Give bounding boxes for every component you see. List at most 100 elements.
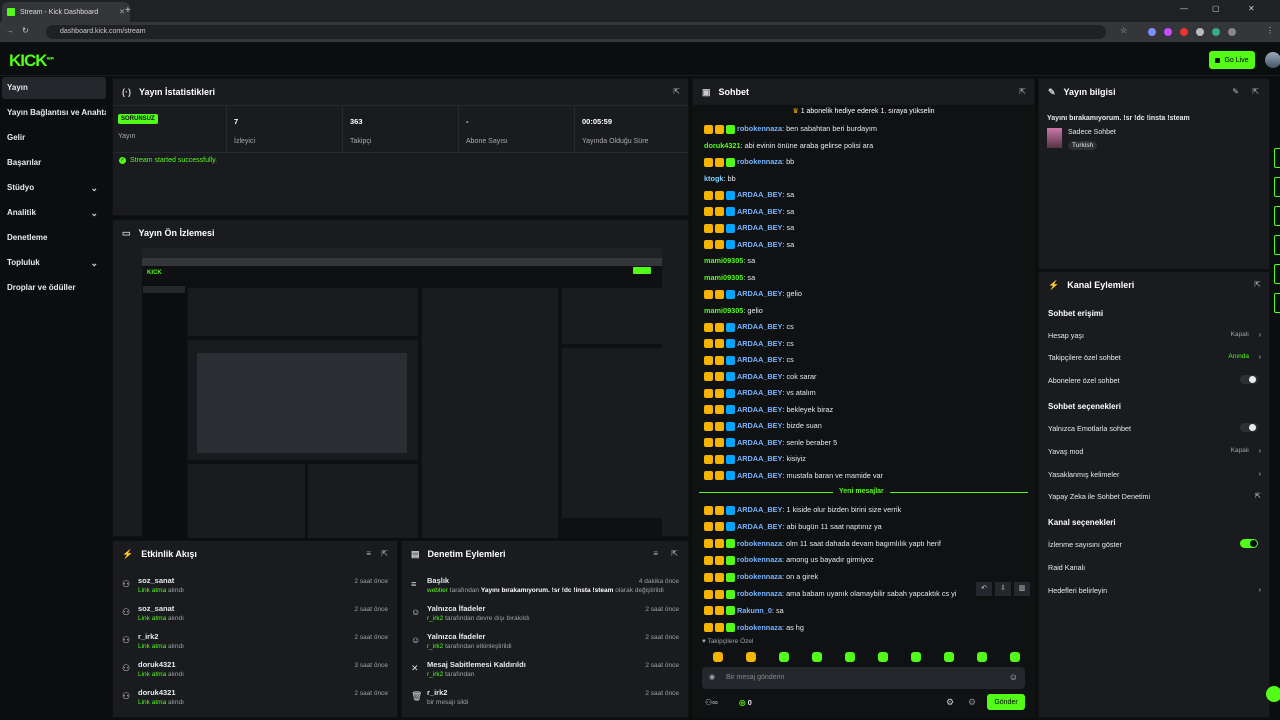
- emote-icon[interactable]: [812, 652, 822, 662]
- chat-message[interactable]: ARDAA_BEY: sa: [704, 207, 794, 217]
- sidebar-item-basarilar[interactable]: Başarılar: [2, 152, 106, 174]
- chat-message[interactable]: robokennaza: as hg: [704, 623, 804, 633]
- points-icon[interactable]: ⚇∞: [705, 698, 718, 707]
- stream-category[interactable]: Sadece Sohbet: [1068, 129, 1116, 136]
- preview-video[interactable]: KICK: [142, 248, 662, 538]
- chat-username[interactable]: ARDAA_BEY: [737, 355, 782, 364]
- chat-username[interactable]: mami09305: [704, 273, 743, 282]
- setting-ai-moderation[interactable]: Yapay Zeka ile Sohbet Denetimi ⇱: [1048, 491, 1261, 501]
- edit-icon[interactable]: ✎: [1232, 87, 1239, 96]
- chat-username[interactable]: robokennaza: [737, 572, 782, 581]
- bookmark-star-icon[interactable]: ☆: [1120, 26, 1127, 35]
- chat-username[interactable]: mami09305: [704, 256, 743, 265]
- chat-username[interactable]: ktogk: [704, 174, 723, 183]
- subscribers-only-toggle[interactable]: [1240, 375, 1258, 384]
- activity-user[interactable]: soz_sanat: [138, 576, 174, 585]
- chat-username[interactable]: Rakunn_0: [737, 606, 772, 615]
- chat-username[interactable]: ARDAA_BEY: [737, 471, 782, 480]
- emote-icon[interactable]: [746, 652, 756, 662]
- setting-followers-only[interactable]: Takipçilere özel sohbet Anında ›: [1048, 352, 1261, 362]
- chat-username[interactable]: robokennaza: [737, 157, 782, 166]
- popout-icon[interactable]: ⇱: [671, 549, 678, 558]
- chat-message[interactable]: ARDAA_BEY: bekleyek biraz: [704, 405, 833, 415]
- setting-banned-words[interactable]: Yasaklanmış kelimeler ›: [1048, 469, 1261, 479]
- chat-username[interactable]: ARDAA_BEY: [737, 438, 782, 447]
- chat-username[interactable]: doruk4321: [704, 141, 741, 150]
- modlog-user[interactable]: webtier: [427, 587, 448, 594]
- chat-message[interactable]: Rakunn_0: sa: [704, 606, 784, 616]
- emote-icon[interactable]: [713, 652, 723, 662]
- chat-username[interactable]: robokennaza: [737, 623, 782, 632]
- emote-icon[interactable]: [911, 652, 921, 662]
- modlog-user[interactable]: r_irk2: [427, 615, 443, 622]
- filter-icon[interactable]: ≡: [653, 549, 658, 558]
- help-chat-icon[interactable]: [1266, 686, 1280, 702]
- popout-icon[interactable]: ⇱: [1254, 280, 1261, 289]
- go-live-button[interactable]: Go Live: [1209, 51, 1255, 69]
- chat-username[interactable]: ARDAA_BEY: [737, 190, 782, 199]
- filter-icon[interactable]: ≡: [366, 549, 371, 558]
- delete-icon[interactable]: ▥: [1014, 582, 1030, 596]
- stream-tag[interactable]: Turkish: [1068, 141, 1098, 150]
- chat-username[interactable]: ARDAA_BEY: [737, 322, 782, 331]
- chat-message[interactable]: ARDAA_BEY: cs: [704, 355, 794, 365]
- quick-action-button[interactable]: [1274, 264, 1280, 284]
- chat-username[interactable]: ARDAA_BEY: [737, 388, 782, 397]
- emote-icon[interactable]: [845, 652, 855, 662]
- sidebar-item-studyo[interactable]: Stüdyo ⌄: [2, 177, 106, 199]
- url-bar[interactable]: dashboard.kick.com/stream: [46, 25, 1106, 39]
- popout-icon[interactable]: ⇱: [1252, 87, 1259, 96]
- quick-action-button[interactable]: [1274, 148, 1280, 168]
- quick-action-button[interactable]: [1274, 293, 1280, 313]
- activity-user[interactable]: doruk4321: [138, 688, 176, 697]
- chat-username[interactable]: mami09305: [704, 306, 743, 315]
- chat-username[interactable]: ARDAA_BEY: [737, 372, 782, 381]
- chat-username[interactable]: robokennaza: [737, 124, 782, 133]
- chat-message[interactable]: mami09305: gelio: [704, 306, 763, 315]
- browser-tab[interactable]: Stream - Kick Dashboard ✕: [2, 2, 130, 22]
- chat-username[interactable]: robokennaza: [737, 589, 782, 598]
- send-button[interactable]: Gönder: [987, 694, 1025, 710]
- modlog-action[interactable]: r_irk2: [427, 688, 447, 697]
- sidebar-item-droplar[interactable]: Droplar ve ödüller: [2, 277, 106, 299]
- popout-icon[interactable]: ⇱: [381, 549, 388, 558]
- setting-raid[interactable]: Raid Kanalı: [1048, 563, 1249, 572]
- sidebar-item-analitik[interactable]: Analitik ⌄: [2, 202, 106, 224]
- popout-icon[interactable]: ⇱: [673, 87, 680, 96]
- quick-action-button[interactable]: [1274, 206, 1280, 226]
- viewcount-toggle[interactable]: [1240, 539, 1258, 548]
- mod-tools-icon[interactable]: ⚙: [968, 697, 976, 708]
- chat-message[interactable]: ARDAA_BEY: cok sarar: [704, 372, 817, 382]
- chat-username[interactable]: ARDAA_BEY: [737, 207, 782, 216]
- chat-username[interactable]: ARDAA_BEY: [737, 240, 782, 249]
- chat-message[interactable]: ARDAA_BEY: mustafa baran ve mamide var: [704, 471, 883, 481]
- kick-logo[interactable]: KICKBETA: [9, 51, 54, 71]
- emote-only-toggle[interactable]: [1240, 423, 1258, 432]
- chat-username[interactable]: ARDAA_BEY: [737, 454, 782, 463]
- new-tab-icon[interactable]: +: [125, 5, 131, 16]
- pin-icon[interactable]: ⇩: [995, 582, 1011, 596]
- maximize-icon[interactable]: ▢: [1212, 4, 1220, 13]
- chat-username[interactable]: ARDAA_BEY: [737, 522, 782, 531]
- sidebar-item-topluluk[interactable]: Topluluk ⌄: [2, 252, 106, 274]
- chat-message[interactable]: ARDAA_BEY: abi bugün 11 saat naptınız ya: [704, 522, 882, 532]
- minimize-icon[interactable]: —: [1180, 4, 1188, 13]
- chat-message[interactable]: robokennaza: ben sabahtan beri burdayım: [704, 124, 877, 134]
- chat-message[interactable]: mami09305: sa: [704, 273, 755, 282]
- chat-username[interactable]: robokennaza: [737, 555, 782, 564]
- gift-banner[interactable]: ♛ 1 abonelik hediye ederek 1. sıraya yük…: [693, 107, 1034, 119]
- category-thumbnail[interactable]: [1047, 128, 1062, 148]
- chat-username[interactable]: ARDAA_BEY: [737, 289, 782, 298]
- emote-icon[interactable]: [1010, 652, 1020, 662]
- activity-user[interactable]: doruk4321: [138, 660, 176, 669]
- emoji-icon[interactable]: ☺: [1009, 672, 1018, 682]
- chat-message[interactable]: doruk4321: abi evinin önüne araba gelirs…: [704, 141, 873, 150]
- reply-icon[interactable]: ↶: [976, 582, 992, 596]
- sidebar-item-gelir[interactable]: Gelir: [2, 127, 106, 149]
- back-icon[interactable]: →: [6, 26, 14, 35]
- chat-username[interactable]: ARDAA_BEY: [737, 405, 782, 414]
- chat-username[interactable]: ARDAA_BEY: [737, 339, 782, 348]
- chat-message[interactable]: robokennaza: bb: [704, 157, 794, 167]
- sidebar-item-yayin[interactable]: Yayın: [2, 77, 106, 99]
- extension-icons[interactable]: [1148, 28, 1236, 36]
